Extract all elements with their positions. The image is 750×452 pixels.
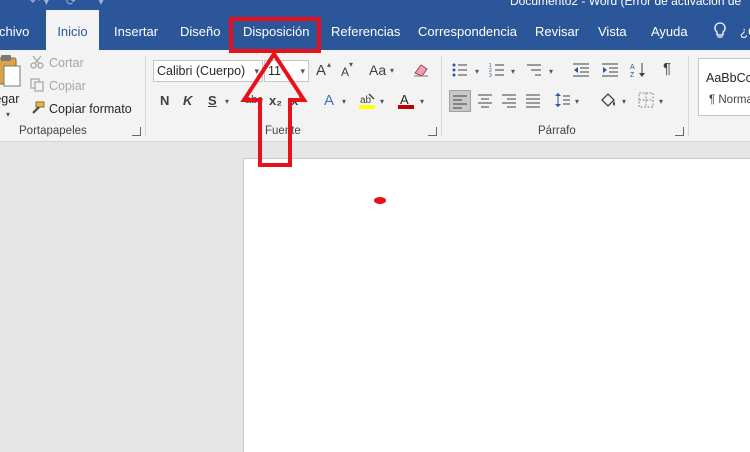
up-arrow-annotation <box>240 50 308 167</box>
word-window: ↶ ▾ ⟳ ▾ Documento2 - Word (Error de acti… <box>0 0 750 452</box>
